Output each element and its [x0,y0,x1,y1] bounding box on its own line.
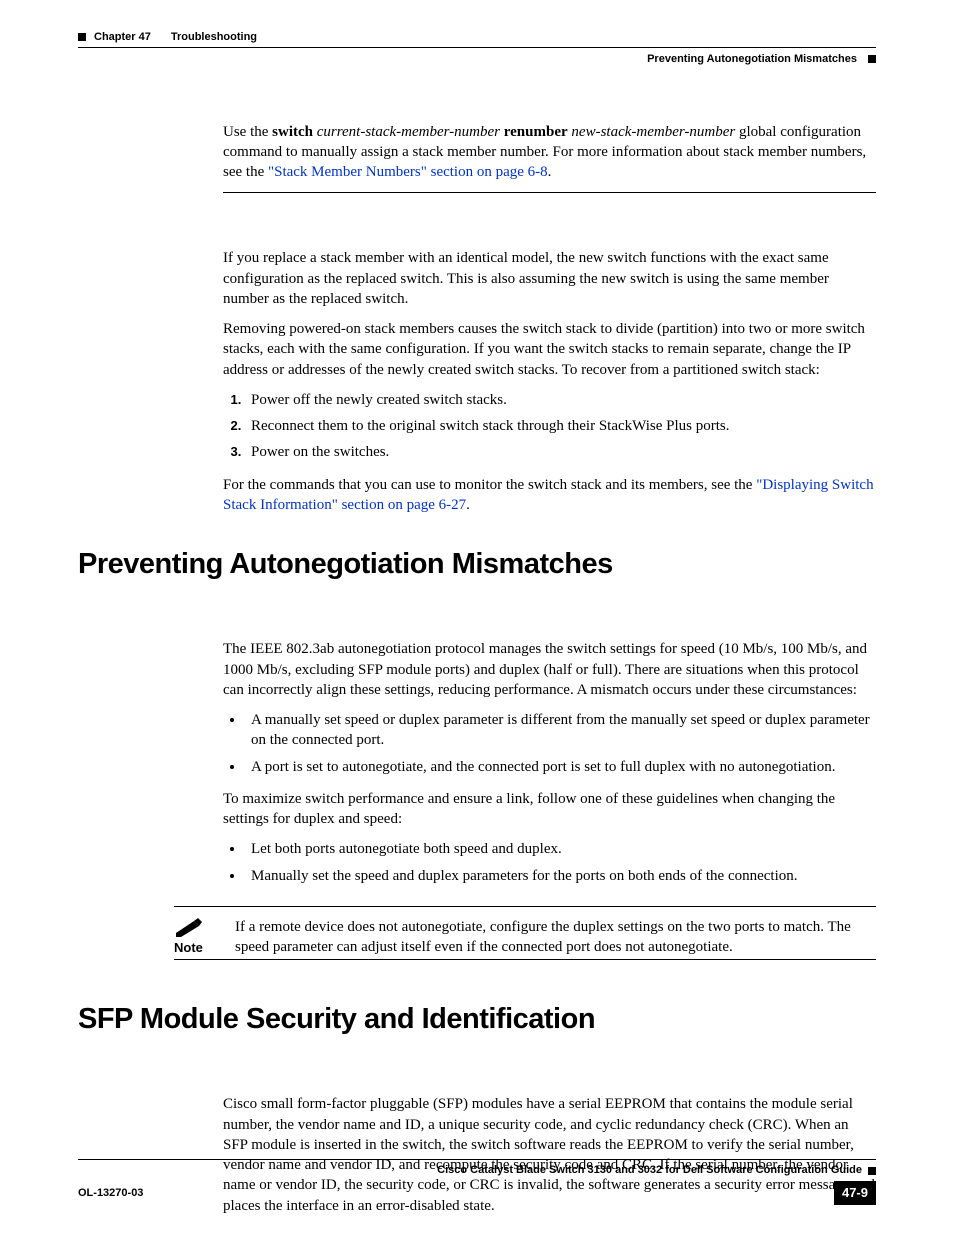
chapter-label: Chapter 47 [94,30,151,45]
step-2: Reconnect them to the original switch st… [245,416,876,436]
guide-title: Cisco Catalyst Blade Switch 3130 and 303… [437,1163,862,1178]
mismatch-item-1: A manually set speed or duplex parameter… [245,710,876,751]
mismatch-list: A manually set speed or duplex parameter… [223,710,876,777]
note-rule-top [174,906,876,907]
section-header-text: Preventing Autonegotiation Mismatches [647,53,857,65]
chapter-title: Troubleshooting [171,30,257,45]
mismatch-item-2: A port is set to autonegotiate, and the … [245,757,876,777]
footer-title-line: Cisco Catalyst Blade Switch 3130 and 303… [78,1159,876,1178]
body-content: If you replace a stack member with an id… [223,248,876,515]
footer-bottom: OL-13270-03 47-9 [78,1181,876,1205]
paragraph-replace: If you replace a stack member with an id… [223,248,876,309]
section-header-right: Preventing Autonegotiation Mismatches [78,48,876,67]
paragraph-remove: Removing powered-on stack members causes… [223,319,876,380]
note-label: Note [174,939,223,957]
section1-p2: To maximize switch performance and ensur… [223,789,876,830]
pencil-icon [174,917,204,937]
arg-current: current-stack-member-number [313,124,504,140]
cmd-renumber: renumber [504,124,568,140]
page-number: 47-9 [834,1181,876,1205]
guideline-item-1: Let both ports autonegotiate both speed … [245,839,876,859]
page-footer: Cisco Catalyst Blade Switch 3130 and 303… [78,1159,876,1205]
cmd-switch: switch [272,124,313,140]
heading-autonegotiation: Preventing Autonegotiation Mismatches [78,545,876,584]
recovery-steps: Power off the newly created switch stack… [223,390,876,463]
guideline-list: Let both ports autonegotiate both speed … [223,839,876,886]
paragraph-monitor: For the commands that you can use to mon… [223,475,876,516]
step-3: Power on the switches. [245,442,876,462]
note-rule-bottom [174,959,876,960]
section1-content: The IEEE 802.3ab autonegotiation protoco… [223,639,876,886]
header-square-icon [78,33,86,41]
page: Chapter 47 Troubleshooting Preventing Au… [0,0,954,1235]
note-text: If a remote device does not autonegotiat… [235,917,876,958]
section1-p1: The IEEE 802.3ab autonegotiation protoco… [223,639,876,700]
note-left: Note [174,917,235,958]
heading-sfp: SFP Module Security and Identification [78,1000,876,1039]
link-stack-member-numbers[interactable]: "Stack Member Numbers" section on page 6… [268,164,548,180]
divider [223,192,876,193]
header-square-icon-right [868,55,876,63]
arg-new: new-stack-member-number [568,124,736,140]
step-1: Power off the newly created switch stack… [245,390,876,410]
doc-id: OL-13270-03 [78,1186,143,1201]
note-block: Note If a remote device does not autoneg… [174,917,876,958]
intro-content: Use the switch current-stack-member-numb… [223,122,876,183]
page-header: Chapter 47 Troubleshooting [78,30,876,48]
intro-paragraph: Use the switch current-stack-member-numb… [223,122,876,183]
guideline-item-2: Manually set the speed and duplex parame… [245,866,876,886]
footer-square-icon [868,1167,876,1175]
